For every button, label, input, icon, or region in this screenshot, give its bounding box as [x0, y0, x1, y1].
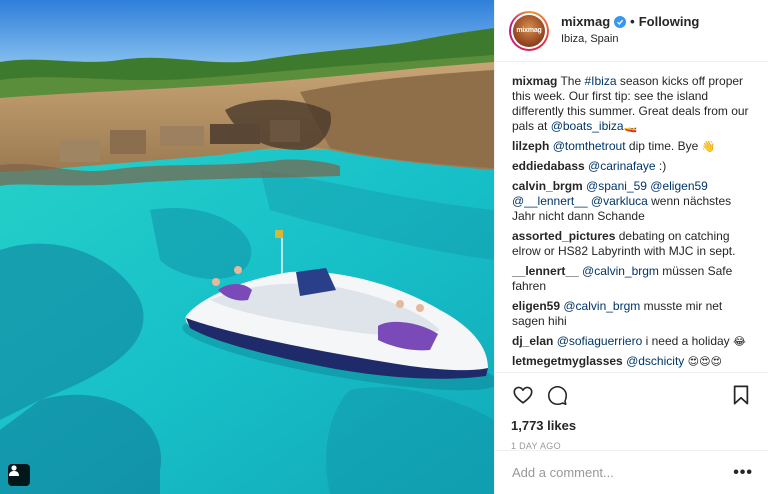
mention-link[interactable]: @boats_ibiza — [551, 119, 624, 133]
comment-item: eddiedabass @carinafaye :) — [512, 159, 752, 174]
header-text: mixmag • Following Ibiza, Spain — [561, 14, 699, 47]
post-caption: mixmag The #Ibiza season kicks off prope… — [512, 74, 752, 134]
comment-username[interactable]: letmegetmyglasses — [512, 354, 623, 368]
mention-link[interactable]: @sofiaguerriero — [557, 334, 643, 348]
verified-badge-icon — [614, 16, 627, 29]
heart-icon — [513, 386, 533, 404]
comment-text: The — [557, 74, 585, 88]
ibiza-boat-image — [0, 0, 494, 494]
username-link[interactable]: mixmag — [561, 14, 610, 30]
comment-icon — [547, 385, 567, 405]
mention-link[interactable]: @varkluca — [591, 194, 648, 208]
emoji-glyph: 👋 — [701, 140, 716, 153]
like-button[interactable] — [511, 383, 535, 407]
comment-username[interactable]: calvin_brgm — [512, 179, 583, 193]
comment-item: assorted_pictures debating on catching e… — [512, 229, 752, 259]
action-bar: 1,773 likes 1 DAY AGO — [495, 372, 768, 451]
comment-username[interactable]: mixmag — [512, 74, 557, 88]
save-button[interactable] — [729, 383, 753, 407]
post-photo[interactable] — [0, 0, 494, 494]
mention-link[interactable]: @eligen59 — [650, 179, 708, 193]
add-comment-bar: ••• — [495, 450, 768, 494]
bookmark-icon — [733, 385, 749, 405]
separator-dot: • — [630, 14, 635, 29]
comment-text: dip time. Bye — [625, 139, 702, 153]
mention-link[interactable]: @carinafaye — [588, 159, 656, 173]
emoji-glyph: 🚤 — [623, 120, 638, 133]
comment-username[interactable]: assorted_pictures — [512, 229, 615, 243]
header-row: mixmag • Following — [561, 14, 699, 30]
more-options-button[interactable]: ••• — [733, 464, 753, 482]
comment-username[interactable]: eligen59 — [512, 299, 560, 313]
comment-button[interactable] — [545, 383, 569, 407]
avatar-logo: mixmag — [513, 14, 545, 47]
comment-item: __lennert__ @calvin_brgm müssen Safe fah… — [512, 264, 752, 294]
comment-item: letmegetmyglasses @dschicity 😍😍😍 — [512, 354, 752, 369]
mention-link[interactable]: @tomthetrout — [553, 139, 626, 153]
comment-item: dj_elan @sofiaguerriero i need a holiday… — [512, 334, 752, 349]
mention-link[interactable]: @calvin_brgm — [563, 299, 640, 313]
comment-username[interactable]: eddiedabass — [512, 159, 585, 173]
mention-link[interactable]: @spani_59 — [586, 179, 647, 193]
comment-text: :) — [655, 159, 667, 173]
emoji-glyph: 😍😍😍 — [687, 355, 723, 368]
post-side-panel: mixmag mixmag • Following Ibiza, Spain m… — [494, 0, 768, 494]
user-tag-button[interactable] — [8, 464, 30, 486]
action-icons — [511, 383, 753, 407]
mention-link[interactable]: #Ibiza — [585, 74, 617, 88]
avatar[interactable]: mixmag — [509, 10, 549, 51]
add-comment-input[interactable] — [512, 465, 734, 480]
comment-username[interactable]: dj_elan — [512, 334, 553, 348]
comments-list: mixmag The #Ibiza season kicks off prope… — [495, 62, 768, 370]
location-link[interactable]: Ibiza, Spain — [561, 33, 699, 47]
comment-username[interactable]: __lennert__ — [512, 264, 579, 278]
avatar-frame: mixmag — [511, 12, 547, 49]
comment-username[interactable]: lilzeph — [512, 139, 549, 153]
mention-link[interactable]: @calvin_brgm — [582, 264, 659, 278]
mention-link[interactable]: @dschicity — [626, 354, 684, 368]
mention-link[interactable]: @__lennert__ — [512, 194, 588, 208]
user-tag-icon — [9, 465, 19, 476]
comment-item: eligen59 @calvin_brgm musste mir net sag… — [512, 299, 752, 329]
post-header: mixmag mixmag • Following Ibiza, Spain — [495, 0, 768, 62]
comment-text: i need a holiday — [642, 334, 733, 348]
emoji-glyph: 😂 — [733, 335, 746, 348]
following-button[interactable]: Following — [639, 14, 700, 30]
comment-item: lilzeph @tomthetrout dip time. Bye 👋 — [512, 139, 752, 154]
likes-count[interactable]: 1,773 likes — [511, 418, 753, 433]
comment-item: calvin_brgm @spani_59 @eligen59 @__lenne… — [512, 179, 752, 224]
